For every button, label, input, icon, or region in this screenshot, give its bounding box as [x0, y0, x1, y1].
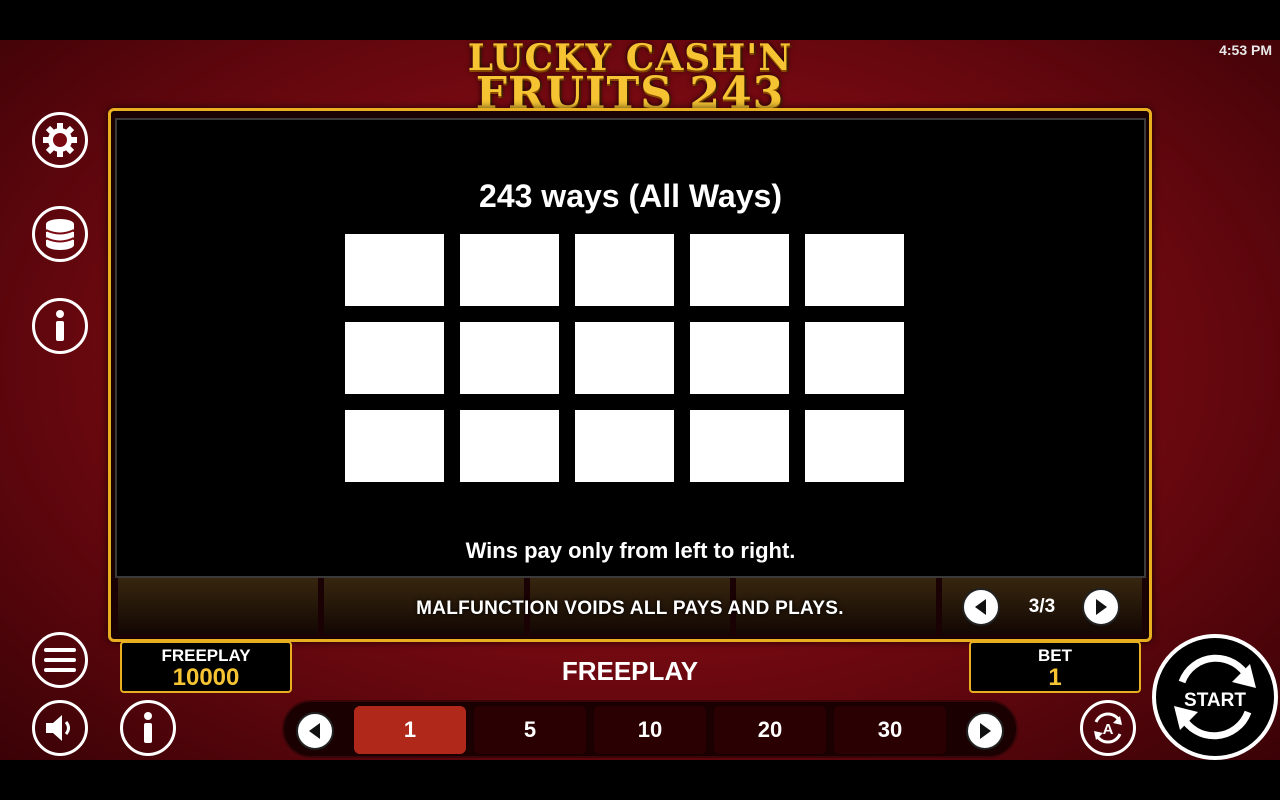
status-time: 4:53 PM — [1219, 42, 1272, 58]
logo-line-2: FRUITS 243 — [475, 68, 785, 119]
game-info-button[interactable] — [120, 700, 176, 756]
ways-grid-cell — [460, 410, 559, 482]
bottom-bar — [0, 760, 1280, 800]
start-button[interactable]: START — [1152, 634, 1278, 760]
bet-option-20[interactable]: 20 — [714, 706, 826, 754]
ways-grid-cell — [690, 322, 789, 394]
svg-text:A: A — [1103, 721, 1114, 738]
sound-button[interactable] — [32, 700, 88, 756]
info-button[interactable] — [32, 298, 88, 354]
bet-option-10[interactable]: 10 — [594, 706, 706, 754]
bet-option-30[interactable]: 30 — [834, 706, 946, 754]
start-label: START — [1184, 690, 1246, 711]
chevron-right-icon — [980, 723, 991, 739]
bet-prev-button[interactable] — [296, 712, 334, 750]
bet-label: BET — [1038, 646, 1072, 665]
next-page-button[interactable] — [1082, 588, 1120, 626]
balance-value: 10000 — [172, 664, 240, 691]
chevron-left-icon — [975, 599, 986, 615]
balance-label: FREEPLAY — [161, 646, 251, 665]
info-note: Wins pay only from left to right. — [465, 538, 796, 563]
paytable-info-panel: 243 ways (All Ways) Wins pay only from l… — [115, 118, 1146, 578]
bet-value: 1 — [1048, 664, 1062, 691]
ways-grid-cell — [575, 234, 674, 306]
ways-grid-cell — [460, 322, 559, 394]
speaker-icon — [46, 715, 70, 741]
hamburger-menu-icon — [44, 648, 76, 672]
ways-grid-cell — [805, 410, 904, 482]
ways-grid-cell — [460, 234, 559, 306]
autoplay-button[interactable]: A — [1080, 700, 1136, 756]
bet-option-1[interactable]: 1 — [354, 706, 466, 754]
coins-button[interactable] — [32, 206, 88, 262]
bet-next-button[interactable] — [966, 712, 1004, 750]
ways-grid-cell — [805, 234, 904, 306]
ways-grid-cell — [575, 410, 674, 482]
ways-grid — [345, 234, 905, 484]
reel-column — [118, 578, 318, 634]
settings-button[interactable] — [32, 112, 88, 168]
prev-page-button[interactable] — [962, 588, 1000, 626]
ways-grid-cell — [690, 234, 789, 306]
balance-counter: FREEPLAY 10000 — [120, 641, 292, 693]
chevron-left-icon — [309, 723, 320, 739]
ways-grid-cell — [345, 410, 444, 482]
bet-selector: 1 5 10 20 30 — [282, 700, 1018, 758]
malfunction-notice: MALFUNCTION VOIDS ALL PAYS AND PLAYS. — [416, 598, 844, 619]
info-title: 243 ways (All Ways) — [479, 178, 782, 214]
ways-grid-cell — [805, 322, 904, 394]
ways-grid-cell — [345, 234, 444, 306]
menu-button[interactable] — [32, 632, 88, 688]
gear-icon — [43, 123, 77, 157]
game-logo: LUCKY CASH'N FRUITS 243 — [440, 40, 820, 116]
ways-grid-cell — [345, 322, 444, 394]
info-pager: 3/3 — [962, 588, 1122, 626]
coins-icon — [45, 219, 75, 250]
top-bar — [0, 0, 1280, 40]
ways-grid-cell — [575, 322, 674, 394]
bet-counter: BET 1 — [969, 641, 1141, 693]
info-icon — [144, 712, 152, 743]
autoplay-icon: A — [1094, 712, 1122, 744]
page-indicator: 3/3 — [1028, 596, 1056, 617]
ways-grid-cell — [690, 410, 789, 482]
bet-option-5[interactable]: 5 — [474, 706, 586, 754]
info-icon — [56, 310, 64, 341]
chevron-right-icon — [1096, 599, 1107, 615]
play-mode-label: FREEPLAY — [561, 656, 699, 686]
